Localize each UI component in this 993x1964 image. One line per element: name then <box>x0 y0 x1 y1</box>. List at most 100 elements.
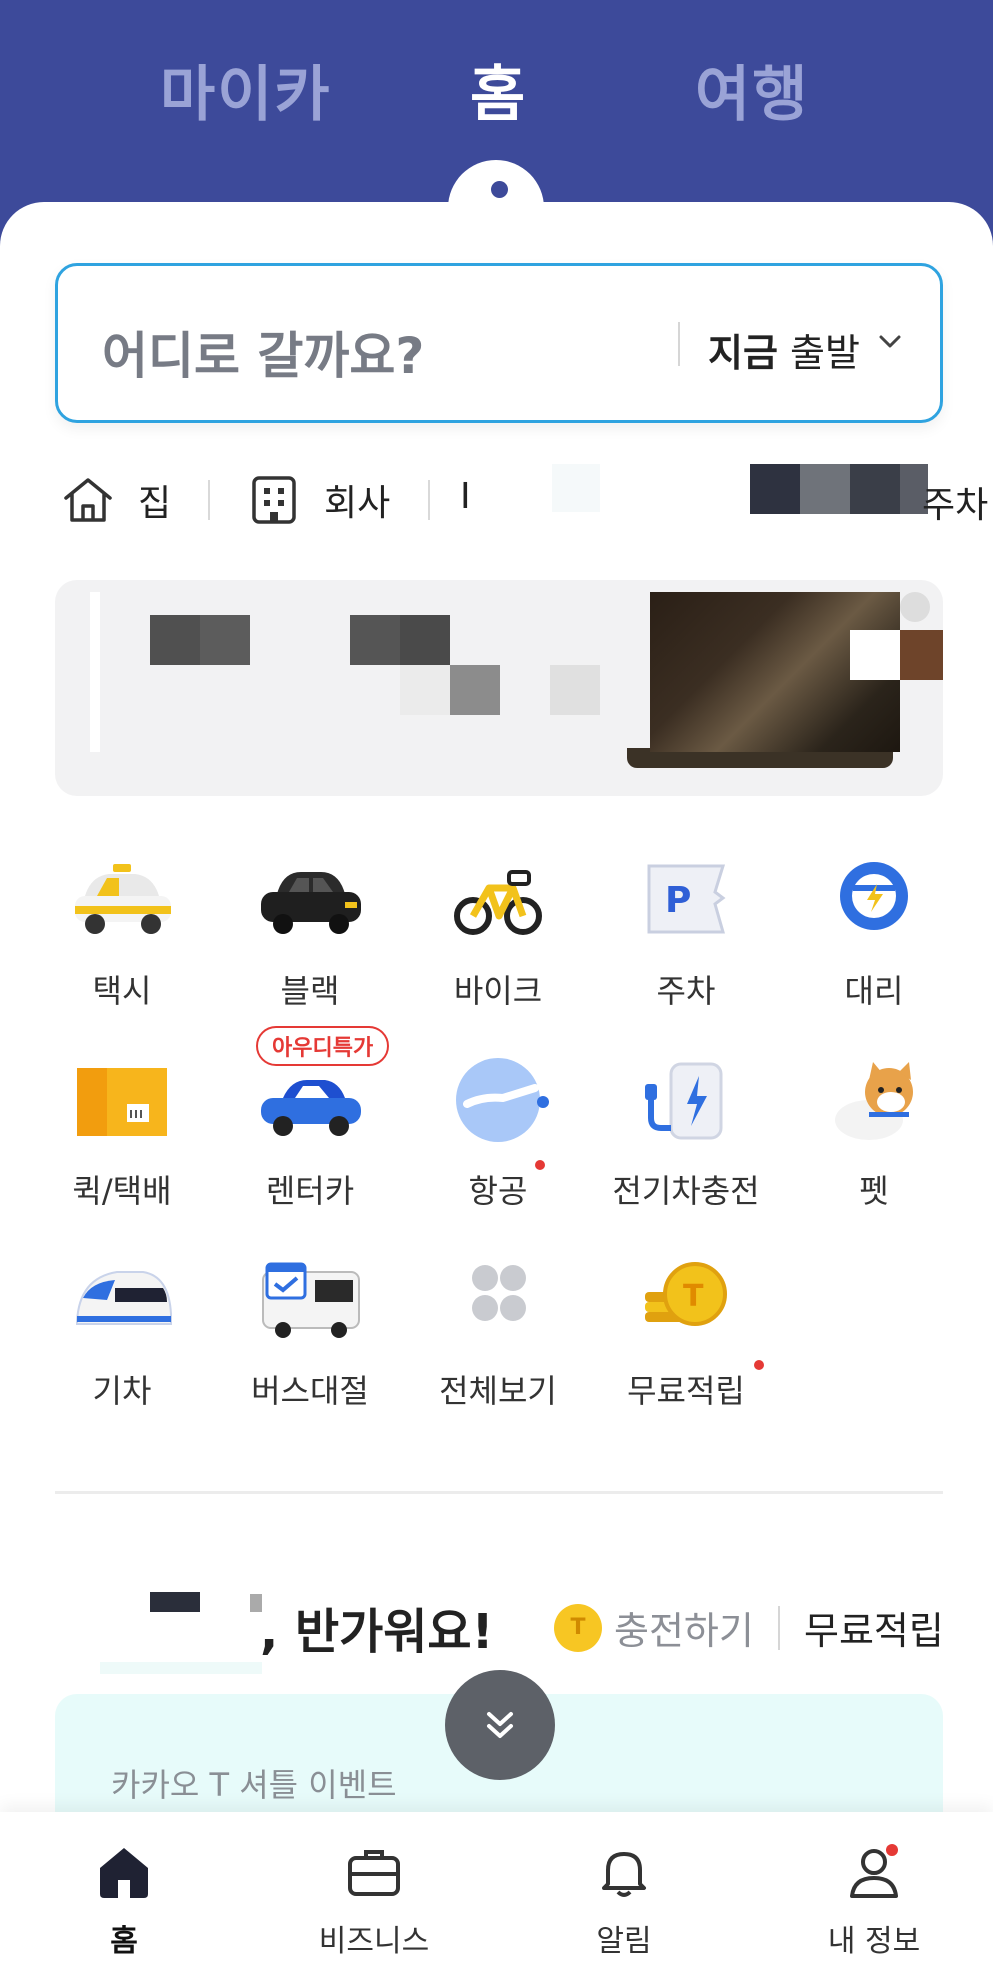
masked-area <box>552 464 600 512</box>
nav-label: 홈 <box>110 1924 138 1959</box>
service-label: 항공 <box>468 1172 528 1210</box>
masked-area <box>900 630 943 680</box>
service-black[interactable]: 블랙 <box>210 858 390 1018</box>
nav-business[interactable]: 비즈니스 <box>274 1812 474 1964</box>
greeting-separator <box>778 1606 780 1650</box>
masked-area <box>100 1662 262 1674</box>
service-label: 기차 <box>92 1372 152 1410</box>
promo-banner[interactable] <box>55 580 943 796</box>
home-icon <box>100 1848 148 1898</box>
favorite-work-label: 회사 <box>324 483 391 524</box>
service-view-all[interactable]: 전체보기 <box>398 1258 578 1418</box>
taxi-icon <box>75 864 171 934</box>
service-rental-car[interactable]: 렌터카 <box>210 1058 390 1218</box>
service-train[interactable]: 기차 <box>22 1258 202 1418</box>
airplane-icon <box>456 1058 549 1142</box>
service-driver[interactable]: 대리 <box>774 858 954 1018</box>
service-taxi[interactable]: 택시 <box>22 858 202 1018</box>
double-chevron-down-icon <box>487 1712 513 1738</box>
banner-close-icon[interactable] <box>900 592 930 622</box>
nav-home[interactable]: 홈 <box>24 1812 224 1964</box>
nav-my-info[interactable]: 내 정보 <box>774 1812 974 1964</box>
building-icon <box>252 476 296 524</box>
grid-icon <box>472 1265 526 1321</box>
service-label: 무료적립 <box>627 1372 745 1410</box>
masked-area <box>150 615 200 665</box>
coins-icon: T <box>645 1262 727 1326</box>
bus-icon <box>262 1262 360 1338</box>
service-label: 퀵/택배 <box>72 1172 172 1210</box>
scroll-down-button[interactable] <box>445 1670 555 1780</box>
masked-area <box>400 665 450 715</box>
departure-label: 출발 <box>790 331 860 375</box>
favorite-extra[interactable]: I <box>460 476 471 517</box>
steering-wheel-icon <box>840 862 908 930</box>
service-label: 바이크 <box>453 972 543 1010</box>
service-label: 전체보기 <box>439 1372 557 1410</box>
notch-indicator <box>491 181 508 198</box>
service-label: 버스대절 <box>251 1372 369 1410</box>
search-placeholder[interactable]: 어디로 갈까요? <box>102 316 424 388</box>
nav-label: 알림 <box>596 1924 652 1959</box>
banner-stripe <box>90 592 100 752</box>
briefcase-icon <box>348 1850 400 1896</box>
favorite-home[interactable]: 집 <box>60 470 171 530</box>
service-ev-charging[interactable]: 전기차충전 <box>586 1058 766 1218</box>
bell-icon <box>602 1852 646 1897</box>
charge-button[interactable]: 충전하기 <box>614 1600 754 1655</box>
service-air[interactable]: 항공 <box>398 1058 578 1218</box>
nav-label: 내 정보 <box>827 1924 921 1959</box>
house-icon <box>64 478 112 522</box>
service-bus-charter[interactable]: 버스대절 <box>210 1258 390 1418</box>
svg-text:P: P <box>665 880 691 921</box>
departure-time-selector[interactable]: 지금 출발 <box>708 322 860 377</box>
departure-now: 지금 <box>708 331 778 375</box>
tab-home[interactable]: 홈 <box>470 46 527 133</box>
masked-area <box>850 630 900 680</box>
service-pet[interactable]: 펫 <box>774 1058 954 1218</box>
service-label: 렌터카 <box>265 1172 355 1210</box>
service-label: 블랙 <box>280 972 340 1010</box>
new-indicator <box>535 1160 545 1170</box>
bike-icon <box>454 870 542 935</box>
masked-area <box>150 1592 200 1612</box>
masked-area <box>800 464 850 514</box>
chevron-down-icon[interactable] <box>873 324 907 358</box>
ev-charger-icon <box>645 1062 723 1140</box>
service-quick-delivery[interactable]: 퀵/택배 <box>22 1058 202 1218</box>
service-parking[interactable]: P 주차 <box>586 858 766 1018</box>
section-divider <box>55 1491 943 1494</box>
parking-icon: P <box>647 864 726 934</box>
service-bike[interactable]: 바이크 <box>398 858 578 1018</box>
svg-text:T: T <box>683 1279 704 1314</box>
masked-area <box>400 615 450 665</box>
search-divider <box>678 322 680 366</box>
masked-area <box>350 615 400 665</box>
tab-travel[interactable]: 여행 <box>695 46 809 133</box>
favorite-separator <box>208 480 210 520</box>
favorite-home-label: 집 <box>138 483 172 524</box>
t-coin-icon: T <box>554 1604 602 1652</box>
black-car-icon <box>261 872 361 934</box>
service-free-points[interactable]: T 무료적립 <box>586 1258 766 1418</box>
tab-mycar[interactable]: 마이카 <box>160 46 332 133</box>
favorite-work[interactable]: 회사 <box>246 470 390 530</box>
bottom-navigation: 홈 비즈니스 알림 내 정보 <box>0 1812 993 1964</box>
favorite-parking[interactable]: 주차 <box>922 476 988 528</box>
free-save-button[interactable]: 무료적립 <box>804 1600 944 1655</box>
masked-area <box>550 665 600 715</box>
destination-search[interactable]: 어디로 갈까요? 지금 출발 <box>55 263 943 423</box>
masked-area <box>850 464 900 514</box>
service-label: 대리 <box>844 972 904 1010</box>
greeting-text: , 반가워요! <box>260 1604 494 1660</box>
masked-area <box>750 464 800 514</box>
nav-alerts[interactable]: 알림 <box>524 1812 724 1964</box>
service-label: 택시 <box>92 972 152 1010</box>
service-label: 주차 <box>656 972 716 1010</box>
service-label: 전기차충전 <box>612 1172 760 1210</box>
favorite-places-row: 집 회사 I 주차 <box>0 442 993 532</box>
masked-area <box>200 615 250 665</box>
new-indicator <box>754 1360 764 1370</box>
rental-car-icon <box>261 1080 361 1136</box>
box-icon <box>77 1068 167 1136</box>
